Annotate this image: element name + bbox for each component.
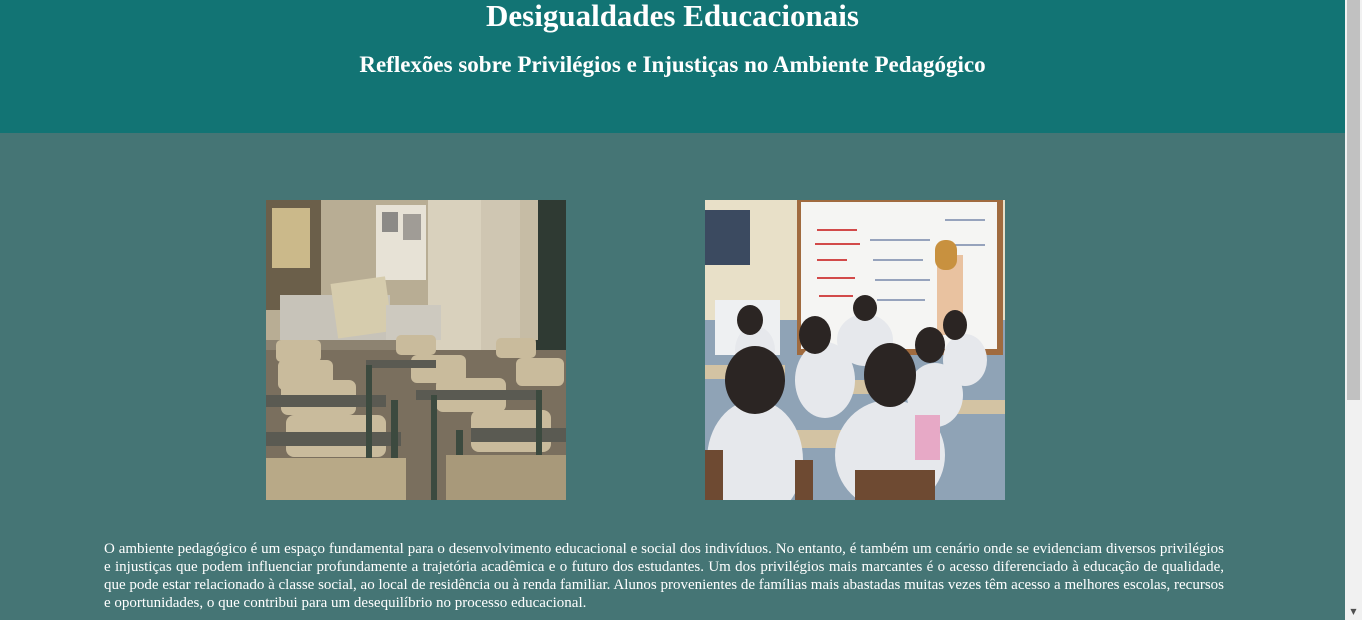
students-at-whiteboard-photo (705, 200, 1005, 500)
vertical-scrollbar[interactable]: ▼ (1345, 0, 1362, 620)
intro-paragraph: O ambiente pedagógico é um espaço fundam… (104, 541, 1224, 611)
empty-classroom-photo (266, 200, 566, 500)
page-subtitle: Reflexões sobre Privilégios e Injustiças… (359, 52, 986, 77)
page-title: Desigualdades Educacionais (486, 0, 859, 33)
scroll-down-arrow-icon[interactable]: ▼ (1345, 603, 1362, 620)
page-viewport: Desigualdades Educacionais Reflexões sob… (0, 0, 1345, 620)
header-banner: Desigualdades Educacionais Reflexões sob… (0, 0, 1345, 133)
scrollbar-thumb[interactable] (1347, 0, 1360, 400)
